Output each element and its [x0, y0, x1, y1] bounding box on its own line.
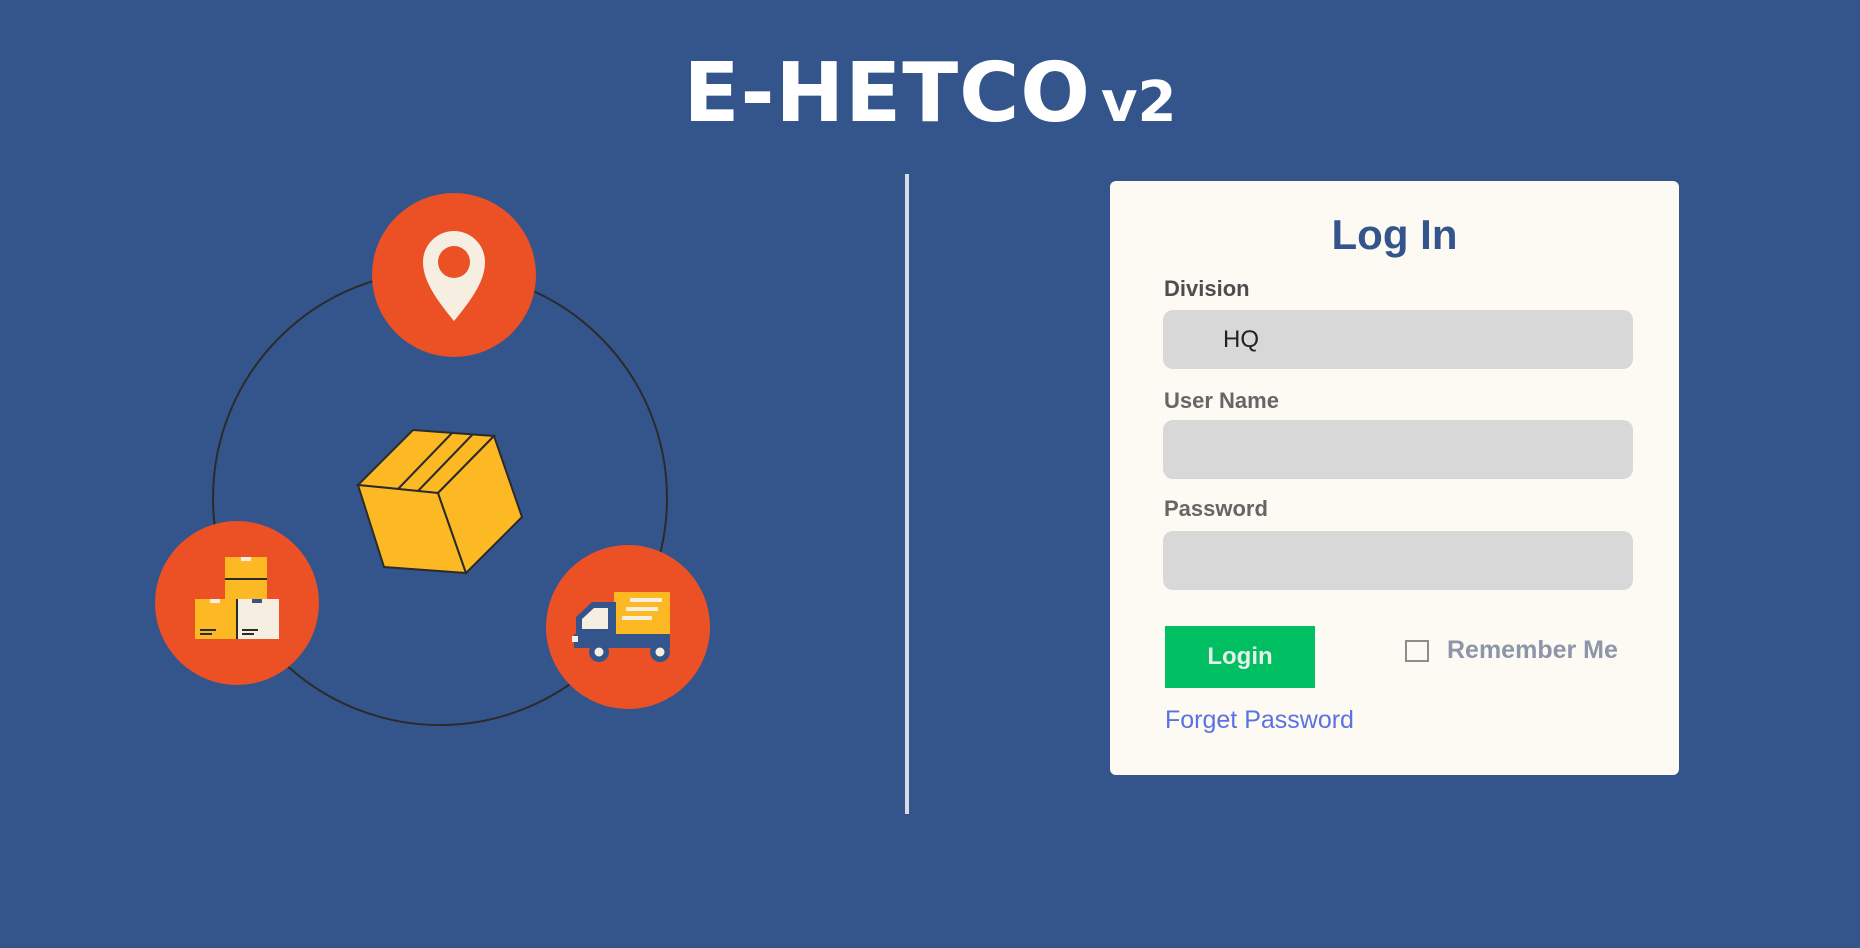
login-card: Log In Division User Name Password Login…	[1110, 181, 1679, 775]
username-label: User Name	[1164, 388, 1279, 413]
username-field[interactable]	[1163, 420, 1633, 479]
location-pin-icon	[372, 193, 536, 357]
remember-me-label[interactable]: Remember Me	[1447, 636, 1618, 665]
app-logo: E-HETCO v2	[0, 46, 1860, 141]
logistics-illustration	[140, 180, 740, 740]
division-label: Division	[1164, 276, 1250, 301]
division-field[interactable]	[1163, 310, 1633, 369]
forget-password-link[interactable]: Forget Password	[1165, 706, 1354, 735]
remember-me[interactable]: Remember Me	[1405, 636, 1618, 665]
login-title: Log In	[1331, 211, 1458, 258]
brand-version: v2	[1101, 70, 1177, 135]
brand-name: E-HETCO	[683, 46, 1092, 141]
password-label: Password	[1164, 496, 1268, 521]
remember-me-checkbox[interactable]	[1405, 639, 1429, 662]
vertical-divider	[905, 174, 909, 814]
logistics-graphic	[155, 193, 710, 726]
delivery-truck-icon	[546, 545, 710, 709]
password-field[interactable]	[1163, 531, 1633, 590]
stacked-boxes-icon	[155, 521, 319, 685]
login-button[interactable]: Login	[1165, 626, 1315, 688]
package-box-icon	[355, 428, 524, 575]
